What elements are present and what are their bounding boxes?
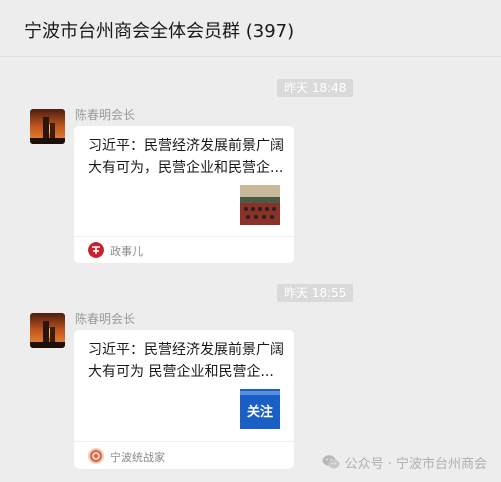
article-title: 习近平：民营经济发展前景广阔大有可为，民营企业和民营企...: [88, 138, 284, 176]
watermark: 公众号 · 宁波市台州商会: [321, 452, 487, 472]
article-title: 习近平：民营经济发展前景广阔大有可为 民营企业和民营企...: [88, 342, 284, 380]
meeting-photo-thumbnail: [240, 185, 280, 225]
article-card[interactable]: 习近平：民营经济发展前景广阔大有可为，民营企业和民营企... 政事儿: [74, 126, 294, 263]
source-logo-icon: [88, 242, 104, 258]
card-divider: [74, 441, 294, 442]
follow-badge-thumbnail: 关注: [240, 389, 280, 429]
watermark-text: 公众号 · 宁波市台州商会: [344, 456, 487, 472]
avatar[interactable]: [30, 313, 65, 348]
chat-header: 宁波市台州商会全体会员群 (397): [0, 0, 501, 57]
timestamp: 昨天 18:48: [277, 79, 354, 97]
wechat-icon: [322, 455, 340, 469]
source-logo-icon: [88, 448, 104, 464]
avatar[interactable]: [30, 109, 65, 144]
timestamp: 昨天 18:55: [277, 284, 354, 302]
article-card[interactable]: 习近平：民营经济发展前景广阔大有可为 民营企业和民营企... 关注 宁波统战家: [74, 330, 294, 469]
source-name: 宁波统战家: [110, 451, 165, 464]
sender-name: 陈春明会长: [75, 108, 136, 122]
sender-name: 陈春明会长: [75, 312, 136, 326]
card-divider: [74, 236, 294, 237]
chat-title: 宁波市台州商会全体会员群 (397): [24, 21, 295, 42]
source-name: 政事儿: [110, 245, 143, 258]
thumbnail-label: 关注: [246, 405, 273, 420]
